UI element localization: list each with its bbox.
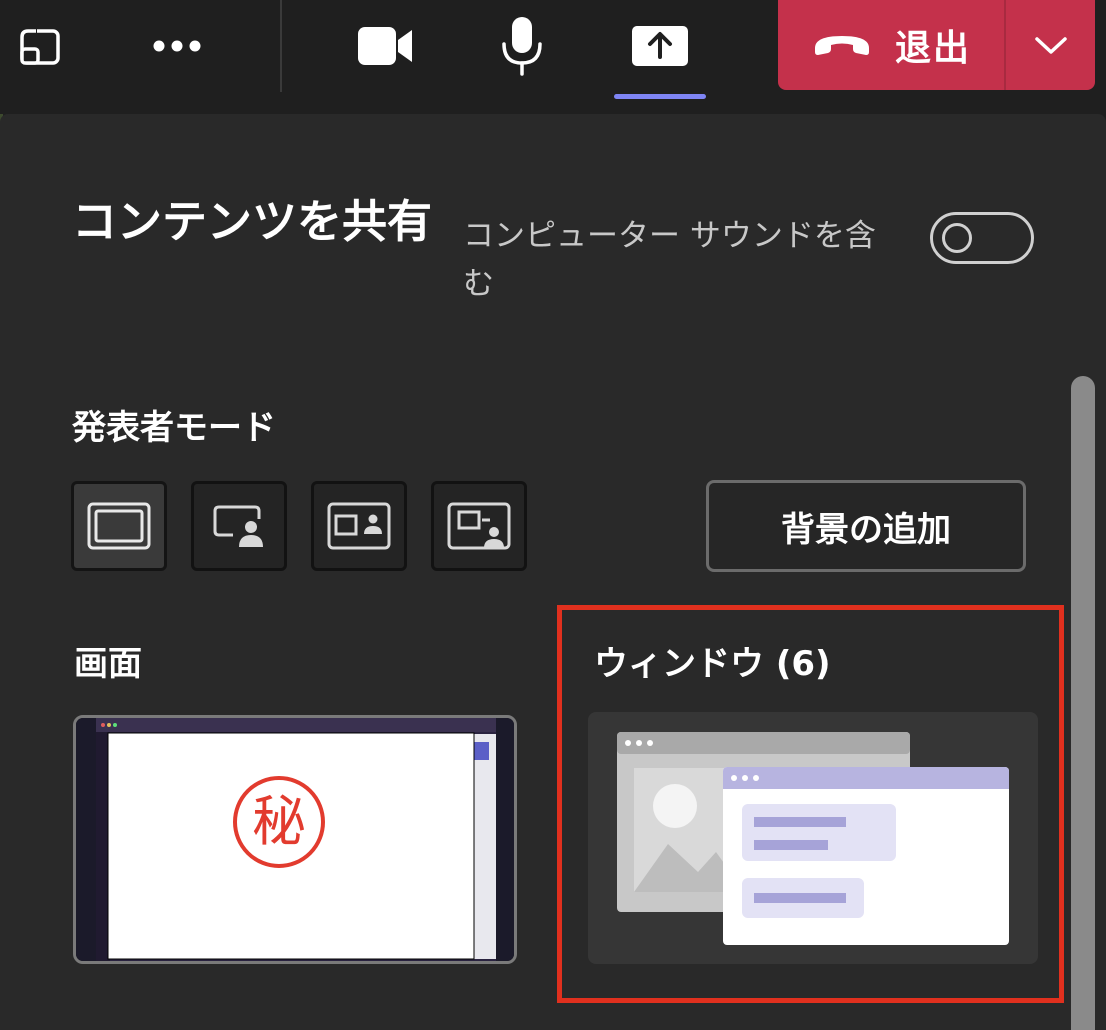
- presenter-mode-heading: 発表者モード: [72, 408, 276, 448]
- camera-icon: [358, 27, 412, 65]
- include-sound-label: コンピューター サウンドを含む: [463, 218, 876, 302]
- presenter-mode-reporter[interactable]: [431, 481, 527, 571]
- chevron-down-icon: [1034, 37, 1067, 54]
- reporter-icon: [447, 502, 511, 550]
- more-options-button[interactable]: [145, 14, 209, 78]
- share-content-panel: コンテンツを共有 コンピューター サウンドを含む 発表者モード 背景の追加 画面…: [0, 114, 1106, 1030]
- leave-button-group: 退出: [778, 0, 1095, 90]
- share-icon: [632, 26, 688, 66]
- toggle-knob: [942, 223, 972, 253]
- hang-up-icon: [814, 36, 869, 55]
- leave-button[interactable]: 退出: [778, 0, 1004, 90]
- presenter-mode-standout[interactable]: [191, 481, 287, 571]
- add-background-button[interactable]: 背景の追加: [706, 480, 1026, 572]
- presenter-mode-content-only[interactable]: [71, 481, 167, 571]
- microphone-icon: [502, 17, 542, 76]
- share-content-button[interactable]: [626, 14, 694, 78]
- panel-title: コンテンツを共有: [72, 195, 433, 248]
- include-sound-toggle[interactable]: [930, 212, 1034, 264]
- side-by-side-icon: [327, 502, 391, 550]
- meeting-toolbar: 退出: [0, 0, 1106, 112]
- standout-icon: [213, 505, 263, 547]
- confidential-stamp: 秘: [233, 776, 325, 868]
- presenter-mode-side-by-side[interactable]: [311, 481, 407, 571]
- window-selection-highlight: [557, 605, 1064, 1003]
- screen-thumbnail[interactable]: 秘: [73, 715, 517, 964]
- more-icon: [153, 40, 201, 52]
- camera-button[interactable]: [350, 14, 420, 78]
- popout-button[interactable]: [10, 14, 68, 78]
- leave-options-button[interactable]: [1006, 0, 1095, 90]
- content-only-icon: [87, 502, 151, 550]
- toolbar-separator: [280, 0, 282, 92]
- panel-scrollbar[interactable]: [1071, 376, 1095, 1030]
- screen-heading: 画面: [74, 644, 142, 684]
- share-active-indicator: [614, 94, 706, 99]
- leave-label: 退出: [894, 28, 971, 69]
- popout-icon: [17, 23, 60, 65]
- microphone-button[interactable]: [492, 14, 552, 78]
